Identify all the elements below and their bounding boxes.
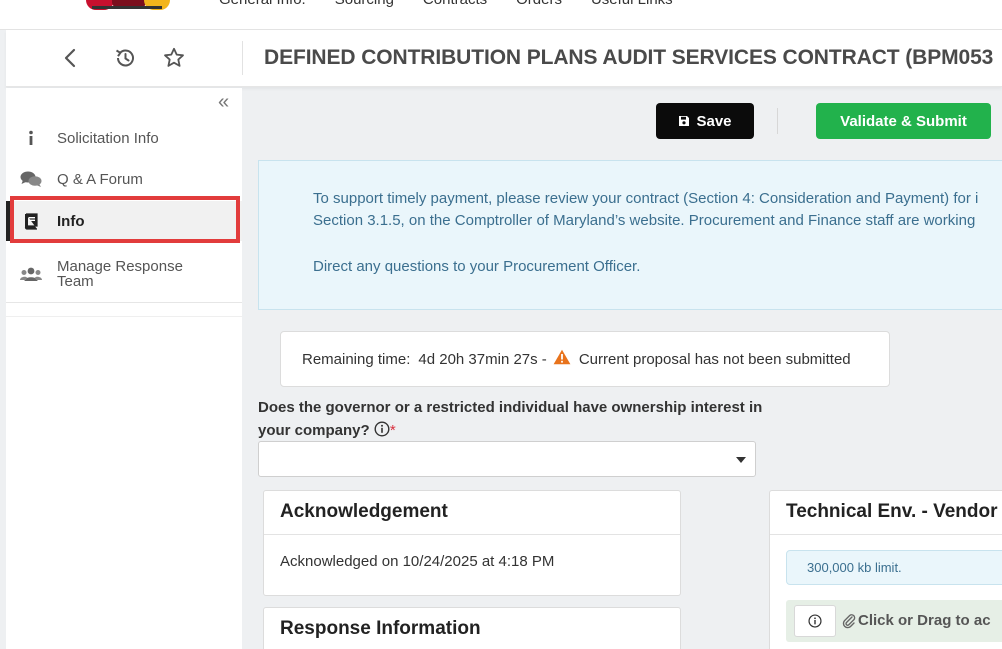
- back-icon[interactable]: [57, 45, 83, 71]
- card-divider: [770, 534, 1002, 535]
- sidebar-item-label: Solicitation Info: [57, 129, 159, 147]
- acknowledgement-card: Acknowledgement Acknowledged on 10/24/20…: [263, 490, 681, 596]
- top-navigation: General Info. Sourcing Contracts Orders …: [0, 0, 1002, 30]
- nav-link-general-info[interactable]: General Info.: [219, 0, 306, 8]
- header-divider: [242, 41, 243, 75]
- paperclip-icon: [842, 614, 856, 629]
- sidebar-divider: [6, 302, 242, 303]
- highlight-box: [10, 196, 240, 243]
- collapse-sidebar-icon[interactable]: «: [218, 92, 229, 112]
- card-title: Technical Env. - Vendor T: [786, 501, 1002, 522]
- remaining-time-label: Remaining time:: [302, 350, 411, 368]
- save-label: Save: [696, 112, 732, 130]
- users-icon: [20, 266, 42, 282]
- star-icon[interactable]: [161, 45, 187, 71]
- question-text: Does the governor or a restricted indivi…: [258, 399, 763, 439]
- nav-link-orders[interactable]: Orders: [516, 0, 562, 8]
- payment-notice: To support timely payment, please review…: [258, 160, 1002, 310]
- info-icon: [20, 130, 42, 146]
- file-size-limit-notice: 300,000 kb limit.: [786, 550, 1002, 585]
- save-icon: [679, 116, 690, 126]
- ownership-select[interactable]: [258, 441, 756, 477]
- file-drop-zone[interactable]: Click or Drag to ac: [786, 600, 1002, 642]
- notice-line: To support timely payment, please review…: [313, 190, 979, 207]
- help-info-icon[interactable]: [374, 421, 390, 437]
- toolbar-divider: [777, 108, 778, 134]
- sidebar-item-solicitation-info[interactable]: Solicitation Info: [6, 123, 242, 153]
- history-icon[interactable]: [112, 45, 138, 71]
- required-marker: *: [389, 422, 396, 439]
- validate-submit-button[interactable]: Validate & Submit: [816, 103, 991, 139]
- sidebar: « Solicitation Info Q & A Forum Info Man…: [6, 88, 242, 649]
- sidebar-item-label: Q & A Forum: [57, 170, 143, 188]
- sidebar-item-qa-forum[interactable]: Q & A Forum: [6, 164, 242, 194]
- acknowledgement-text: Acknowledged on 10/24/2025 at 4:18 PM: [280, 553, 555, 570]
- notice-line: Direct any questions to your Procurement…: [313, 258, 641, 275]
- card-divider: [264, 534, 680, 535]
- nav-link-contracts[interactable]: Contracts: [423, 0, 487, 8]
- sidebar-item-label: Manage Response Team: [57, 258, 183, 290]
- nav-link-useful-links[interactable]: Useful Links: [591, 0, 673, 8]
- save-button[interactable]: Save: [656, 103, 754, 139]
- ownership-question: Does the governor or a restricted indivi…: [258, 396, 768, 442]
- proposal-status-text: Current proposal has not been submitted: [578, 350, 851, 368]
- chat-bubbles-icon: [20, 170, 42, 188]
- page-title: DEFINED CONTRIBUTION PLANS AUDIT SERVICE…: [264, 46, 994, 69]
- notice-line: Section 3.1.5, on the Comptroller of Mar…: [313, 212, 976, 229]
- sidebar-item-manage-response-team[interactable]: Manage Response Team: [6, 252, 242, 296]
- info-button[interactable]: [794, 605, 836, 637]
- site-logo[interactable]: [86, 0, 170, 12]
- drop-zone-text: Click or Drag to ac: [858, 612, 991, 629]
- caret-down-icon: [736, 457, 746, 463]
- warning-icon: [553, 349, 571, 369]
- main-nav: General Info. Sourcing Contracts Orders …: [219, 0, 673, 8]
- sidebar-divider: [6, 316, 242, 317]
- response-information-card: Response Information: [263, 607, 681, 649]
- info-circle-icon: [808, 614, 822, 628]
- remaining-time-box: Remaining time: 4d 20h 37min 27s - Curre…: [280, 331, 890, 387]
- page-header: DEFINED CONTRIBUTION PLANS AUDIT SERVICE…: [6, 30, 1002, 87]
- nav-link-sourcing[interactable]: Sourcing: [335, 0, 394, 8]
- remaining-time-value: 4d 20h 37min 27s -: [418, 350, 547, 368]
- card-title: Acknowledgement: [280, 501, 448, 522]
- card-title: Response Information: [280, 618, 481, 639]
- validate-submit-label: Validate & Submit: [840, 112, 967, 130]
